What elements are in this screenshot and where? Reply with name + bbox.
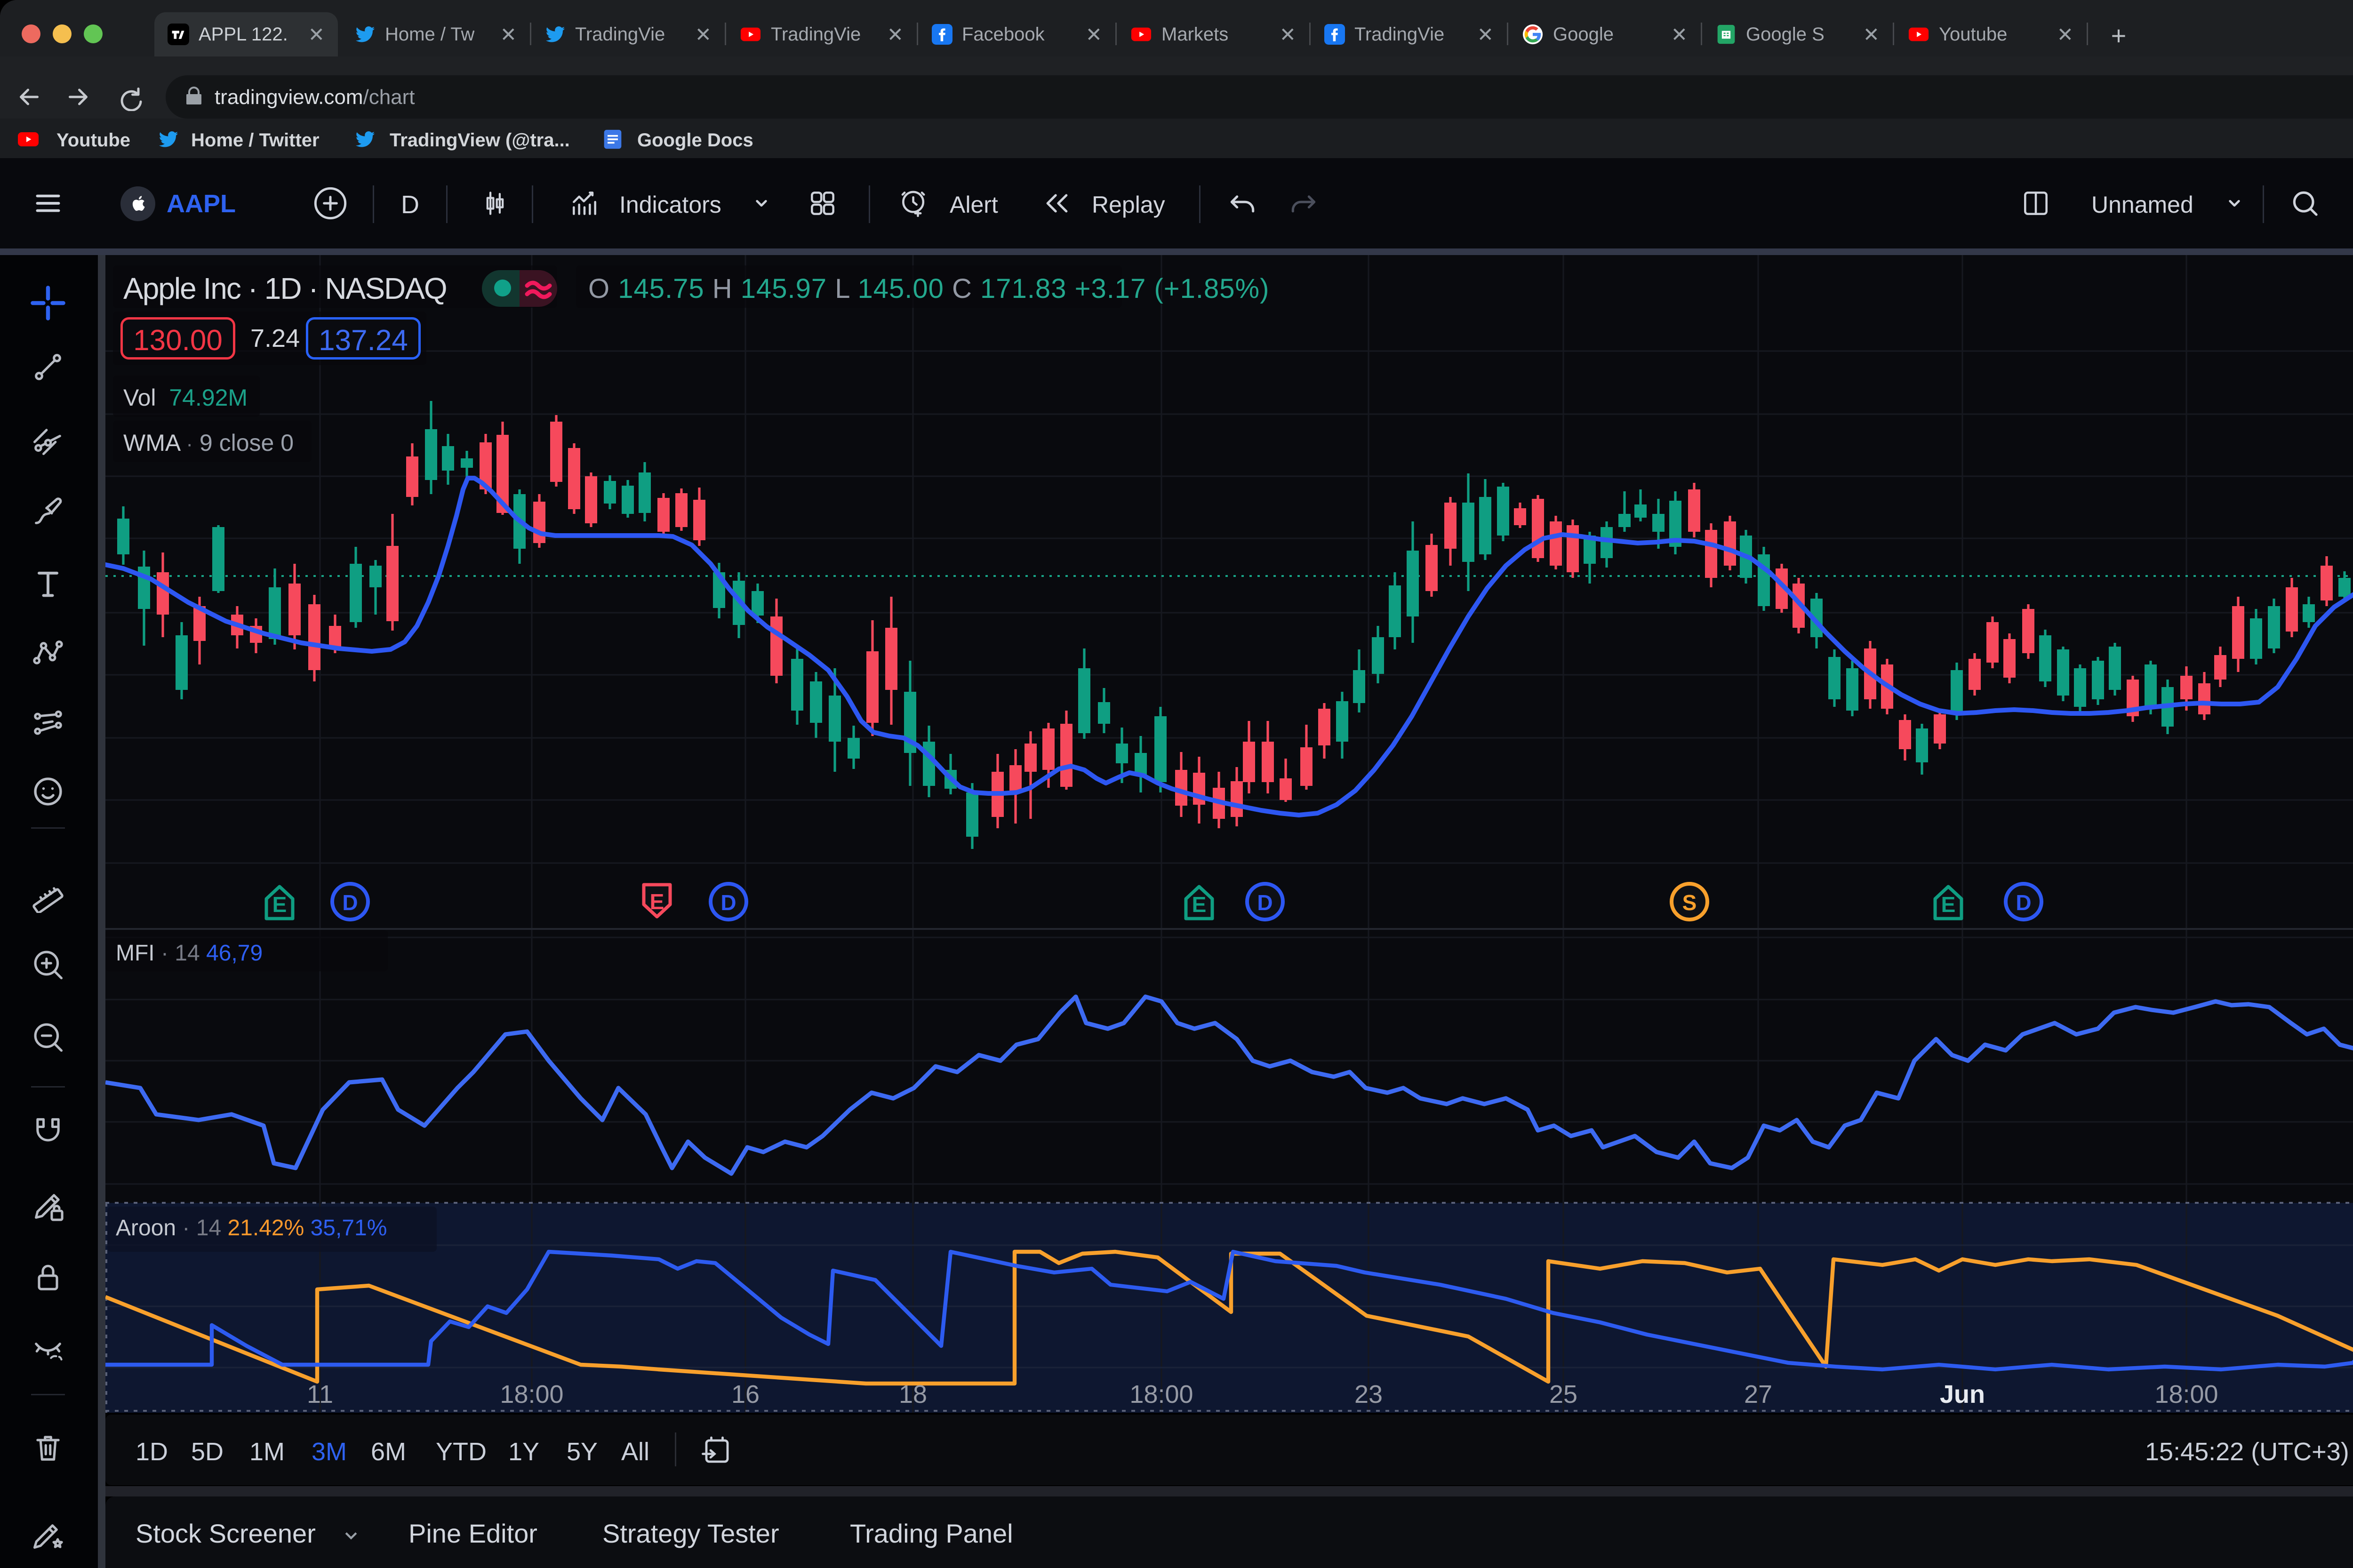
svg-text:E: E [650,889,664,914]
svg-text:S: S [1682,890,1697,915]
svg-text:D: D [2016,890,2031,915]
svg-text:E: E [1192,892,1207,917]
svg-text:D: D [342,890,358,915]
svg-text:D: D [720,890,736,915]
svg-text:E: E [1941,892,1956,917]
svg-text:D: D [1257,890,1273,915]
svg-text:E: E [272,892,287,917]
